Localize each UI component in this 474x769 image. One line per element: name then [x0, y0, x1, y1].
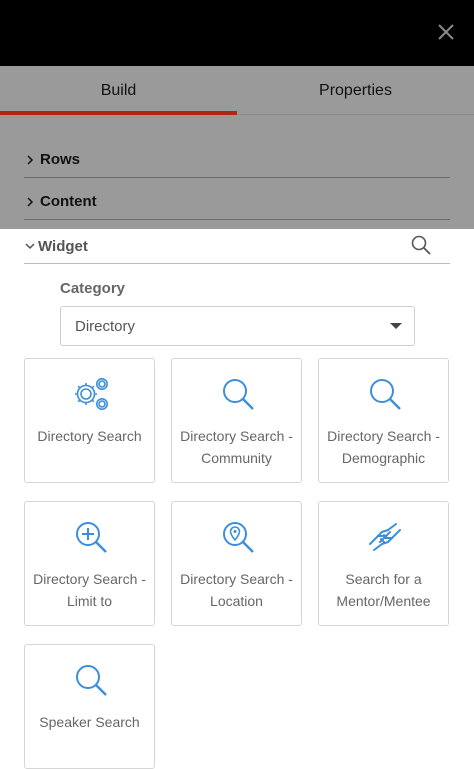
widget-tile-directory-search-demographic[interactable]: Directory Search - Demographic [318, 358, 449, 483]
section-rows[interactable]: Rows [24, 142, 450, 178]
section-rows-label: Rows [40, 151, 81, 168]
category-select-value: Directory [75, 317, 136, 335]
widget-tile-speaker-search[interactable]: Speaker Search [24, 644, 155, 769]
search-icon[interactable] [410, 234, 432, 256]
handshake-icon [369, 523, 401, 551]
modal-header [0, 0, 474, 66]
section-widget-label: Widget [38, 237, 88, 255]
gears-icon [75, 378, 108, 410]
chevron-down-icon [25, 243, 35, 250]
zoom-in-icon [76, 522, 107, 553]
search-icon [76, 665, 107, 696]
search-icon [223, 379, 254, 410]
tile-label: Search for a Mentor/Mentee [336, 571, 431, 609]
tab-properties-label: Properties [319, 81, 392, 99]
widget-tile-directory-search-limit[interactable]: Directory Search - Limit to [24, 501, 155, 626]
chevron-right-icon [27, 154, 34, 165]
tile-label: Speaker Search [39, 714, 140, 730]
tile-label: Directory Search - Demographic [327, 428, 440, 466]
tab-build[interactable]: Build [0, 66, 237, 115]
category-label: Category [60, 280, 126, 297]
section-content-label: Content [40, 193, 97, 210]
chevron-right-icon [27, 196, 34, 207]
tile-label: Directory Search [37, 428, 142, 444]
section-widget[interactable]: Widget [24, 229, 450, 264]
tile-label: Directory Search - Community [180, 428, 293, 466]
widget-tile-directory-search-location[interactable]: Directory Search - Location [171, 501, 302, 626]
location-search-icon [223, 522, 254, 553]
tile-label: Directory Search - Limit to [33, 571, 146, 609]
dropdown-arrow-icon [390, 323, 402, 329]
widget-tile-directory-search-community[interactable]: Directory Search - Community [171, 358, 302, 483]
widget-tile-directory-search[interactable]: Directory Search [24, 358, 155, 483]
tab-bar: Build Properties [0, 66, 474, 115]
widget-tile-mentor-search[interactable]: Search for a Mentor/Mentee [318, 501, 449, 626]
search-icon [370, 379, 401, 410]
tile-label: Directory Search - Location [180, 571, 293, 609]
close-icon[interactable] [434, 20, 458, 44]
section-content[interactable]: Content [24, 184, 450, 220]
active-tab-indicator [0, 111, 237, 115]
tab-properties[interactable]: Properties [237, 66, 474, 115]
tab-build-label: Build [100, 81, 137, 99]
dimmed-panel: Build Properties Rows Content [0, 66, 474, 229]
category-select[interactable]: Directory [60, 306, 415, 346]
